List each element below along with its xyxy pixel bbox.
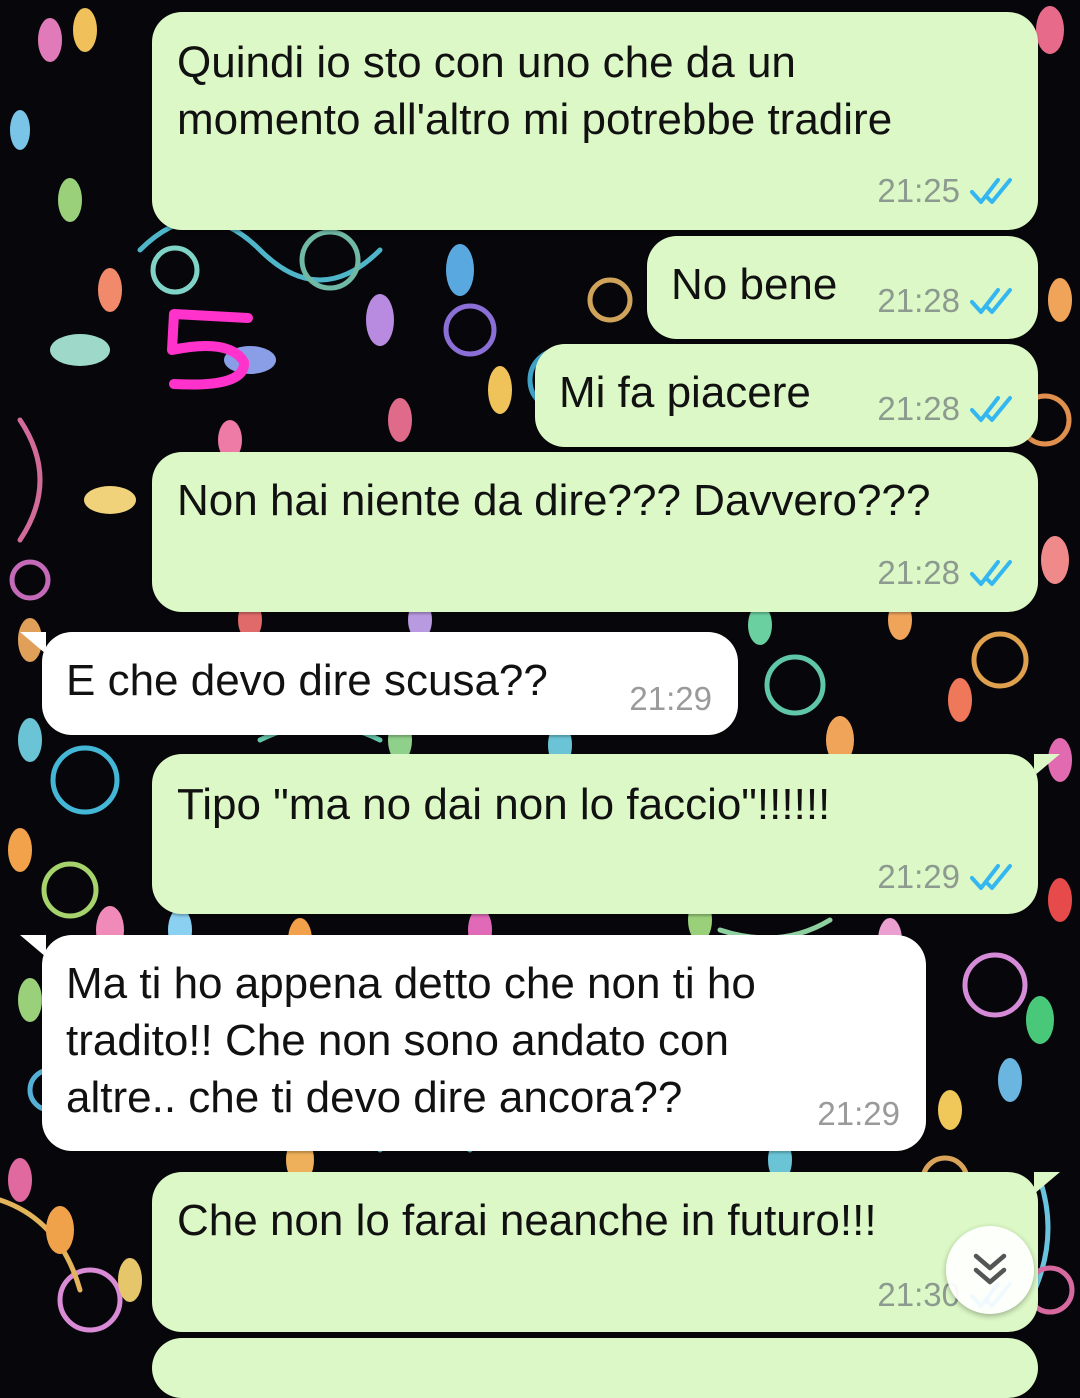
message-meta: 21:29 <box>817 1095 900 1133</box>
message-outgoing[interactable]: Mi fa piacere 21:28 <box>535 344 1038 447</box>
message-text: Ma ti ho appena detto che non ti ho trad… <box>66 959 756 1122</box>
scroll-to-bottom-button[interactable] <box>946 1226 1034 1314</box>
message-text: Tipo "ma no dai non lo faccio"!!!!!! <box>177 780 831 829</box>
double-check-read-icon <box>970 288 1012 314</box>
message-meta: 21:29 <box>877 858 1016 896</box>
message-outgoing[interactable]: Tipo "ma no dai non lo faccio"!!!!!! 21:… <box>152 754 1038 914</box>
message-time: 21:29 <box>629 680 712 717</box>
message-time: 21:28 <box>877 554 960 591</box>
message-text: E che devo dire scusa?? <box>66 656 548 705</box>
double-check-read-icon <box>970 396 1012 422</box>
message-text: Che non lo farai neanche in futuro!!! <box>177 1196 877 1245</box>
message-text: No bene <box>671 260 838 309</box>
message-time: 21:28 <box>877 282 960 319</box>
bubble-tail <box>20 935 46 957</box>
message-meta: 21:29 <box>629 680 712 718</box>
annotation-mark-five <box>167 309 253 390</box>
message-outgoing[interactable]: Non hai niente da dire??? Davvero??? 21:… <box>152 452 1038 612</box>
message-text: Non hai niente da dire??? Davvero??? <box>177 476 931 525</box>
bubble-tail <box>1034 754 1060 776</box>
message-time: 21:29 <box>817 1095 900 1132</box>
message-time: 21:29 <box>877 858 960 895</box>
message-text: Quindi io sto con uno che da un momento … <box>177 38 893 144</box>
message-text: Mi fa piacere <box>559 368 811 417</box>
message-meta: 21:25 <box>877 172 1016 210</box>
message-outgoing[interactable]: Quindi io sto con uno che da un momento … <box>152 12 1038 230</box>
message-meta: 21:28 <box>877 390 1016 428</box>
message-outgoing[interactable]: Che non lo farai neanche in futuro!!! 21… <box>152 1172 1038 1332</box>
message-incoming[interactable]: E che devo dire scusa?? 21:29 <box>42 632 738 735</box>
message-outgoing[interactable]: No bene 21:28 <box>647 236 1038 339</box>
double-check-read-icon <box>970 178 1012 204</box>
bubble-tail <box>20 632 46 654</box>
message-outgoing-partial[interactable] <box>152 1338 1038 1398</box>
message-time: 21:28 <box>877 390 960 427</box>
double-check-read-icon <box>970 560 1012 586</box>
message-time: 21:25 <box>877 172 960 209</box>
message-meta: 21:28 <box>877 554 1016 592</box>
bubble-tail <box>1034 1172 1060 1194</box>
message-meta: 21:28 <box>877 282 1016 320</box>
double-check-read-icon <box>970 864 1012 890</box>
message-incoming[interactable]: Ma ti ho appena detto che non ti ho trad… <box>42 935 926 1151</box>
double-chevron-down-icon <box>973 1253 1007 1285</box>
